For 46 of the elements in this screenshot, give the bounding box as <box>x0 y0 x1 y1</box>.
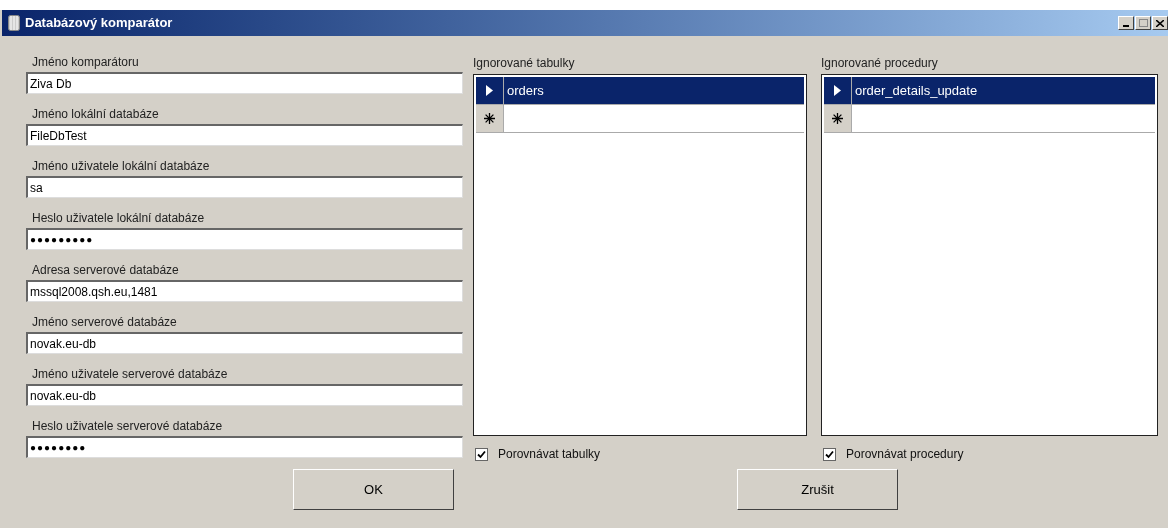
input-field[interactable]: Ziva Db <box>26 72 463 94</box>
window-title: Databázový komparátor <box>25 14 173 33</box>
password-field[interactable]: ●●●●●●●● <box>26 436 463 458</box>
row-header[interactable] <box>476 105 504 132</box>
dialog-button[interactable]: Zrušit <box>737 469 898 510</box>
input-field[interactable]: FileDbTest <box>26 124 463 146</box>
input-field[interactable]: novak.eu-db <box>26 332 463 354</box>
maximize-button[interactable] <box>1135 16 1151 30</box>
list-label: Ignorované tabulky <box>473 55 576 72</box>
field-label: Heslo uživatele serverové databáze <box>31 418 224 435</box>
input-field[interactable]: novak.eu-db <box>26 384 463 406</box>
close-button[interactable] <box>1152 16 1168 30</box>
grid-row[interactable]: order_details_update <box>824 77 1155 105</box>
check-icon <box>477 449 486 459</box>
checkbox-label[interactable]: Porovnávat procedury <box>846 445 964 463</box>
input-field[interactable]: sa <box>26 176 463 198</box>
field-label: Jméno komparátoru <box>31 54 140 71</box>
checkbox[interactable] <box>475 447 488 461</box>
grid-cell-text: orders <box>506 81 544 100</box>
password-field[interactable]: ●●●●●●●●● <box>26 228 463 250</box>
data-grid[interactable]: orders <box>473 74 807 436</box>
field-label: Heslo uživatele lokální databáze <box>31 210 206 227</box>
field-label: Jméno lokální databáze <box>31 106 160 123</box>
check-icon <box>825 449 834 459</box>
list-label: Ignorované procedury <box>821 55 939 72</box>
grid-row[interactable]: orders <box>476 77 804 105</box>
minimize-icon <box>1123 25 1129 27</box>
close-icon <box>1156 19 1164 27</box>
grid-cell-text: order_details_update <box>854 81 978 100</box>
row-pointer-icon <box>486 85 493 96</box>
input-field[interactable]: mssql2008.qsh.eu,1481 <box>26 280 463 302</box>
minimize-button[interactable] <box>1118 16 1134 30</box>
asterisk-icon <box>832 113 843 124</box>
asterisk-icon <box>484 113 495 124</box>
field-label: Adresa serverové databáze <box>31 262 180 279</box>
dialog-button[interactable]: OK <box>293 469 454 510</box>
database-icon <box>8 15 20 31</box>
data-grid[interactable]: order_details_update <box>821 74 1158 436</box>
row-pointer-icon <box>834 85 841 96</box>
field-label: Jméno serverové databáze <box>31 314 178 331</box>
checkbox-label[interactable]: Porovnávat tabulky <box>498 445 601 463</box>
field-label: Jméno uživatele serverové databáze <box>31 366 229 383</box>
maximize-icon <box>1138 19 1148 27</box>
row-header[interactable] <box>824 105 852 132</box>
checkbox[interactable] <box>823 447 836 461</box>
field-label: Jméno uživatele lokální databáze <box>31 158 211 175</box>
